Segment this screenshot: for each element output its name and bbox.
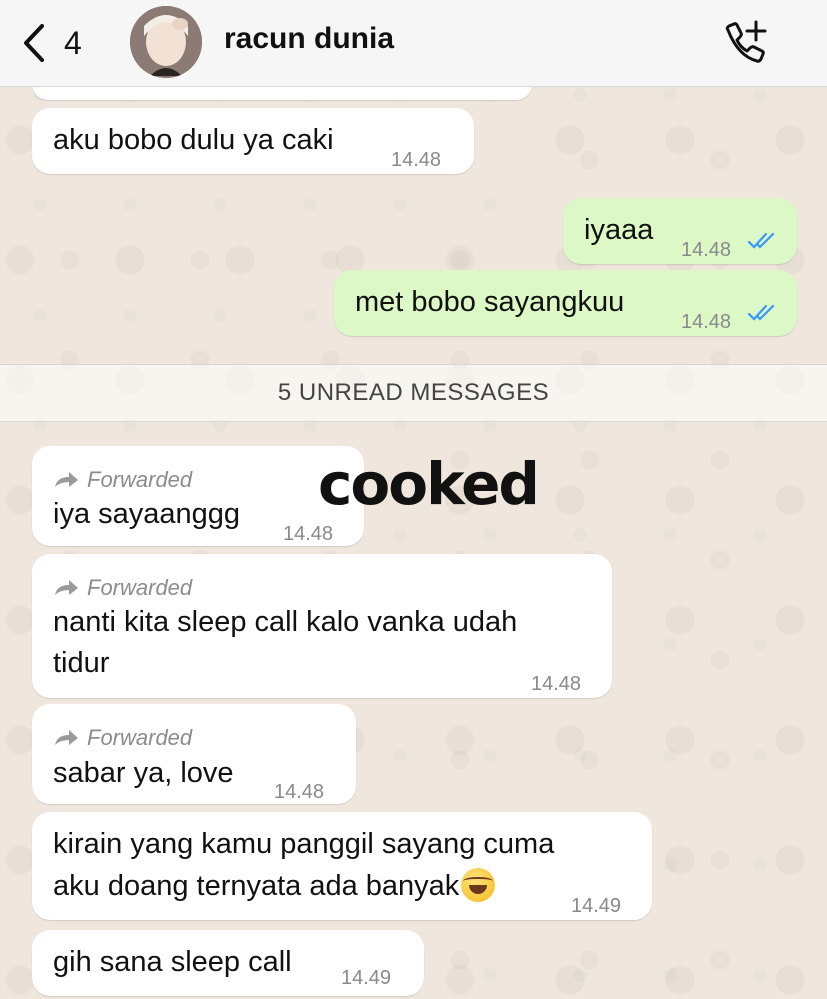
unread-divider-label: 5 UNREAD MESSAGES (277, 379, 550, 406)
message-bubble-incoming[interactable]: gih sana sleep call 14.49 (32, 930, 424, 996)
message-bubble-incoming[interactable]: Forwarded sabar ya, love 14.48 (32, 704, 356, 804)
forward-arrow-icon (55, 730, 78, 745)
message-text: sabar ya, love (53, 757, 234, 789)
message-text: gih sana sleep call (53, 946, 292, 978)
add-call-button[interactable] (716, 16, 772, 70)
message-bubble-incoming[interactable]: Forwarded nanti kita sleep call kalo van… (32, 554, 612, 698)
unread-chats-count: 4 (64, 24, 82, 61)
chevron-left-icon (24, 24, 44, 62)
message-bubble-outgoing[interactable]: met bobo sayangkuu 14.48 (334, 270, 797, 336)
chat-header: 4 racun dunia (0, 0, 827, 87)
message-time: 14.49 (571, 895, 622, 917)
message-text-line: aku doang ternyata ada banyak (53, 866, 496, 906)
avatar[interactable] (130, 6, 202, 78)
overlay-caption: cooked (318, 450, 540, 518)
message-bubble-outgoing[interactable]: iyaaa 14.48 (563, 198, 797, 264)
read-receipt-icon (747, 232, 775, 249)
message-bubble-incoming[interactable]: Forwarded iya sayaanggg 14.48 (32, 446, 364, 546)
unread-messages-divider: 5 UNREAD MESSAGES (0, 364, 827, 422)
message-text-line: tidur (53, 647, 110, 679)
forwarded-label: Forwarded (53, 718, 192, 758)
phone-plus-icon (725, 20, 767, 63)
message-time: 14.48 (274, 781, 325, 803)
message-time: 14.48 (531, 673, 582, 695)
message-bubble-incoming[interactable]: kirain yang kamu panggil sayang cuma aku… (32, 812, 652, 920)
read-receipt-icon (747, 304, 775, 321)
message-text-line: kirain yang kamu panggil sayang cuma (53, 828, 555, 860)
forward-arrow-icon (55, 472, 78, 487)
back-button[interactable]: 4 (22, 18, 112, 68)
message-text: aku bobo dulu ya caki (53, 124, 334, 156)
message-text: met bobo sayangkuu (355, 286, 625, 318)
message-text: iyaaa (584, 214, 654, 246)
message-time: 14.48 (283, 523, 334, 545)
message-bubble-incoming[interactable]: aku bobo dulu ya caki 14.48 (32, 108, 474, 174)
message-time: 14.49 (341, 967, 392, 989)
message-time: 14.48 (391, 149, 442, 171)
message-text: iya sayaanggg (53, 498, 241, 530)
message-time: 14.48 (681, 311, 732, 333)
contact-name[interactable]: racun dunia (224, 22, 394, 56)
message-text-line: nanti kita sleep call kalo vanka udah (53, 606, 518, 638)
message-time: 14.48 (681, 239, 732, 261)
tears-of-joy-emoji-icon (461, 868, 496, 903)
forward-arrow-icon (55, 580, 78, 595)
